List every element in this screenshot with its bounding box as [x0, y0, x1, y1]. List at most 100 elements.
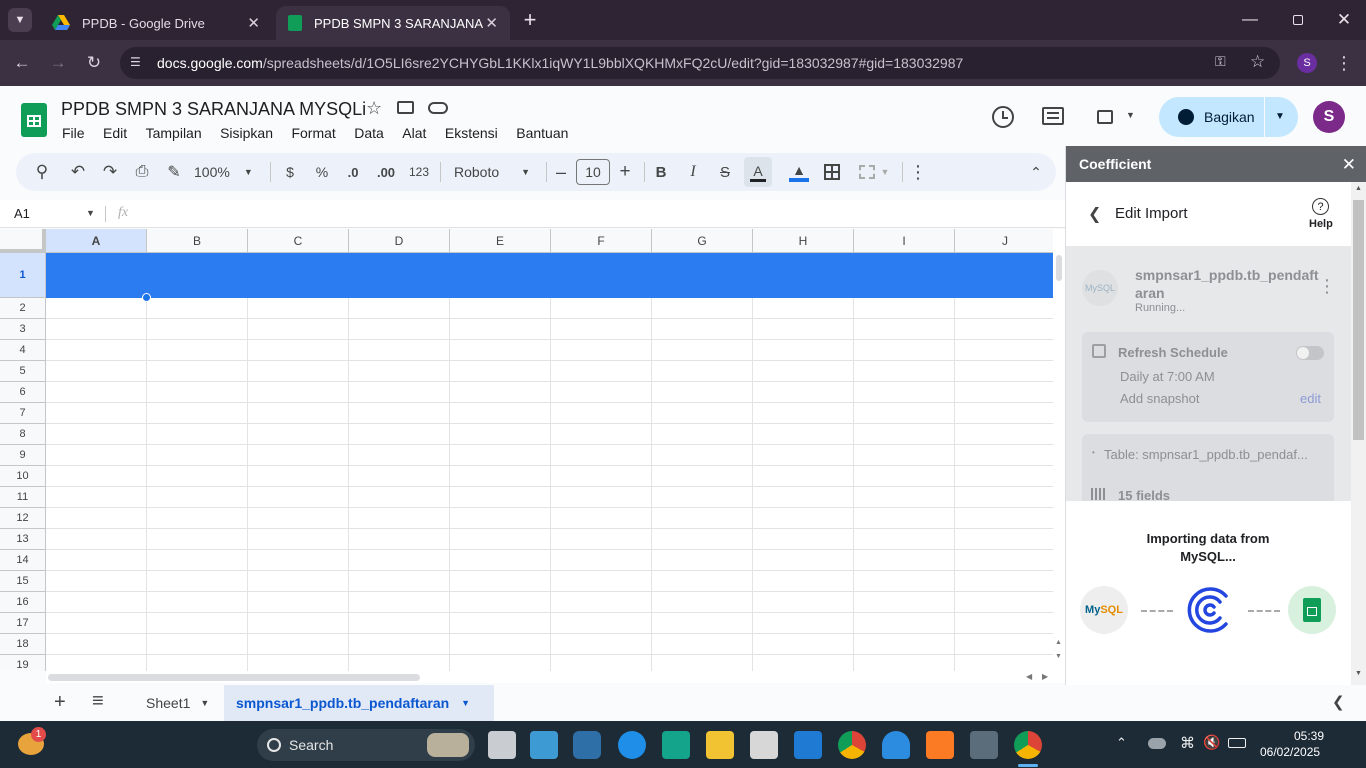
menu-tools[interactable]: Alat — [402, 125, 426, 141]
chevron-down-icon[interactable]: ▼ — [200, 698, 209, 708]
column-header-f[interactable]: F — [551, 229, 652, 253]
star-icon[interactable]: ☆ — [366, 98, 382, 119]
panel-scrollbar[interactable]: ▲ ▼ — [1351, 182, 1366, 685]
browser-tab-drive[interactable]: PPDB - Google Drive ✕ — [40, 6, 272, 40]
all-sheets-button[interactable]: ≡ — [92, 690, 104, 713]
app-window-icon[interactable] — [970, 731, 998, 759]
chevron-down-icon[interactable]: ▼ — [86, 208, 95, 218]
row-header-12[interactable]: 12 — [0, 508, 46, 529]
profile-avatar[interactable]: S — [1297, 53, 1317, 73]
refresh-toggle[interactable] — [1296, 346, 1324, 360]
move-folder-icon[interactable] — [397, 101, 414, 114]
cloud-status-icon[interactable] — [428, 102, 448, 114]
key-icon[interactable]: ⚿ — [1215, 53, 1226, 70]
print-icon[interactable]: ⎙ — [130, 153, 154, 191]
spreadsheet-grid[interactable]: ABCDEFGHIJ 1 2 3 4 5 6 7 8 9 10 11 12 13 14 15 16 17 18 19 — [0, 229, 1053, 671]
scroll-left-icon[interactable]: ◀ — [1026, 672, 1032, 681]
menu-data[interactable]: Data — [354, 125, 384, 141]
document-title[interactable]: PPDB SMPN 3 SARANJANA MYSQLi — [61, 99, 366, 120]
clock-date[interactable]: 06/02/2025 — [1260, 745, 1320, 759]
italic-button[interactable]: I — [684, 153, 702, 191]
tab-search-button[interactable]: ▼ — [8, 8, 32, 32]
comments-icon[interactable] — [1042, 107, 1064, 125]
row-header-5[interactable]: 5 — [0, 361, 46, 382]
horizontal-scrollbar[interactable]: ◀ ▶ — [46, 671, 1065, 683]
cloud-app-icon[interactable] — [882, 731, 910, 759]
close-tab-icon[interactable]: ✕ — [485, 14, 498, 32]
taskbar-search[interactable]: Search — [257, 729, 475, 761]
collapse-side-panel-icon[interactable]: ❮ — [1332, 693, 1345, 711]
row-header-1[interactable]: 1 — [0, 253, 46, 298]
tray-chevron-icon[interactable]: ⌃ — [1116, 735, 1127, 751]
text-color-button[interactable]: A — [744, 157, 772, 187]
column-header-h[interactable]: H — [753, 229, 854, 253]
scroll-thumb[interactable] — [1056, 255, 1062, 281]
scroll-thumb[interactable] — [48, 674, 420, 681]
select-all-corner[interactable] — [0, 229, 46, 253]
add-snapshot-link[interactable]: Add snapshot — [1120, 391, 1200, 406]
vscode-icon[interactable] — [794, 731, 822, 759]
fill-color-icon[interactable]: ▲ — [788, 153, 810, 191]
formula-input[interactable] — [140, 202, 1040, 224]
more-options-icon[interactable]: ⋮ — [909, 153, 927, 191]
currency-format-button[interactable]: $ — [280, 153, 300, 191]
column-header-e[interactable]: E — [450, 229, 551, 253]
sheet-tab-sheet1[interactable]: Sheet1 ▼ — [132, 685, 224, 721]
new-tab-button[interactable]: + — [518, 7, 542, 32]
zoom-select[interactable]: 100% ▼ — [194, 153, 260, 191]
column-header-j[interactable]: J — [955, 229, 1053, 253]
scroll-down-icon[interactable]: ▼ — [1055, 653, 1062, 660]
share-button[interactable]: Bagikan ▼ — [1159, 97, 1298, 137]
battery-icon[interactable] — [1228, 738, 1246, 748]
google-sheets-logo-icon[interactable] — [21, 103, 47, 137]
scroll-up-icon[interactable]: ▲ — [1055, 639, 1062, 646]
font-size-input[interactable]: 10 — [576, 153, 610, 191]
column-header-d[interactable]: D — [349, 229, 450, 253]
column-header-a[interactable]: A — [46, 229, 147, 253]
increase-decimal-button[interactable]: .00 — [372, 153, 400, 191]
menu-file[interactable]: File — [62, 125, 85, 141]
close-tab-icon[interactable]: ✕ — [247, 14, 260, 32]
column-header-i[interactable]: I — [854, 229, 955, 253]
row-header-18[interactable]: 18 — [0, 634, 46, 655]
font-select[interactable]: Roboto ▼ — [450, 153, 540, 191]
redo-icon[interactable]: ↷ — [98, 153, 122, 191]
browser-tab-sheets[interactable]: PPDB SMPN 3 SARANJANA MY ✕ — [276, 6, 510, 40]
row-header-7[interactable]: 7 — [0, 403, 46, 424]
virtualbox-icon[interactable] — [573, 731, 601, 759]
meet-icon[interactable] — [1097, 110, 1113, 124]
add-sheet-button[interactable]: + — [54, 691, 66, 714]
name-box[interactable]: A1 — [14, 206, 30, 221]
column-header-c[interactable]: C — [248, 229, 349, 253]
row-header-10[interactable]: 10 — [0, 466, 46, 487]
clock-time[interactable]: 05:39 — [1294, 729, 1324, 743]
merge-cells-icon[interactable]: ▼ — [856, 153, 892, 191]
column-header-b[interactable]: B — [147, 229, 248, 253]
row-header-19[interactable]: 19 — [0, 655, 46, 671]
chevron-down-icon[interactable]: ▼ — [1126, 110, 1135, 120]
task-view-icon[interactable] — [488, 731, 516, 759]
help-icon[interactable]: ? — [1312, 198, 1329, 215]
row-header-16[interactable]: 16 — [0, 592, 46, 613]
menu-help[interactable]: Bantuan — [516, 125, 568, 141]
version-history-icon[interactable] — [992, 106, 1014, 128]
minimize-icon[interactable]: — — [1236, 8, 1264, 32]
address-bar[interactable]: ☰ docs.google.com/spreadsheets/d/1O5LI6s… — [120, 47, 1280, 79]
photos-app-icon[interactable] — [530, 731, 558, 759]
chrome-active-icon[interactable] — [1014, 731, 1042, 759]
site-info-icon[interactable]: ☰ — [130, 55, 146, 71]
bookmark-star-icon[interactable]: ☆ — [1250, 52, 1265, 72]
chrome-app-icon[interactable] — [838, 731, 866, 759]
close-panel-icon[interactable]: ✕ — [1342, 155, 1356, 175]
row-header-17[interactable]: 17 — [0, 613, 46, 634]
file-explorer-icon[interactable] — [706, 731, 734, 759]
import-menu-icon[interactable]: ⋮ — [1318, 276, 1336, 297]
more-options-icon[interactable]: ⋮ — [1333, 52, 1355, 74]
menu-format[interactable]: Format — [291, 125, 335, 141]
collapse-menus-icon[interactable]: ⌃ — [1026, 153, 1046, 191]
help-label[interactable]: Help — [1309, 218, 1333, 230]
column-header-g[interactable]: G — [652, 229, 753, 253]
undo-icon[interactable]: ↶ — [66, 153, 90, 191]
sheet-tab-active[interactable]: smpnsar1_ppdb.tb_pendaftaran ▼ — [224, 685, 494, 721]
increase-font-size-icon[interactable]: + — [616, 153, 634, 191]
